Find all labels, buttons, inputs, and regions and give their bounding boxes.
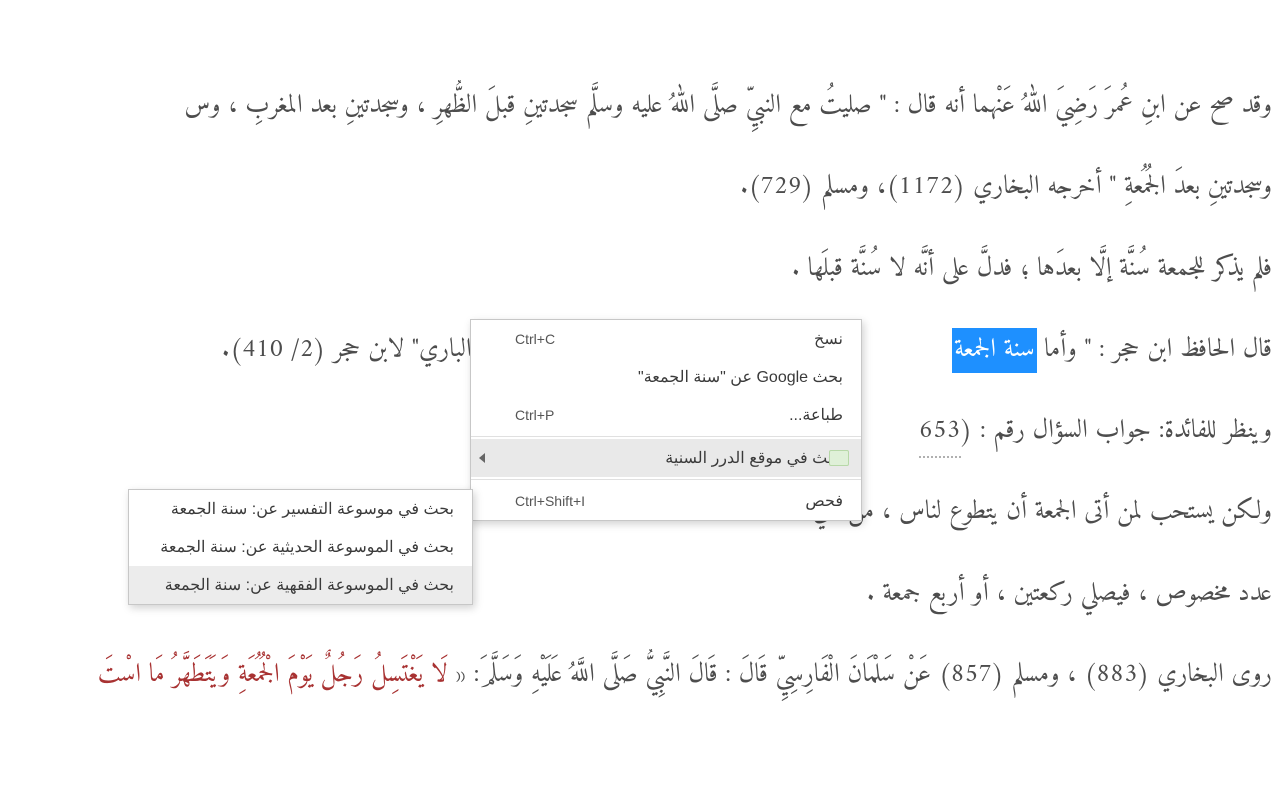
p5-prefix: وينظر للفائدة: جواب السؤال رقم : ( [961, 409, 1272, 454]
submenu-hadith-label: بحث في الموسوعة الحديثية عن: سنة الجمعة [147, 537, 454, 557]
dorar-icon [829, 450, 849, 466]
menu-print[interactable]: طباعة... Ctrl+P [471, 396, 861, 434]
menu-inspect-label: فحص [585, 491, 843, 511]
submenu-tafsir[interactable]: بحث في موسوعة التفسير عن: سنة الجمعة [129, 490, 472, 528]
menu-copy-label: نسخ [555, 329, 843, 349]
submenu-fiqh[interactable]: بحث في الموسوعة الفقهية عن: سنة الجمعة [129, 566, 472, 604]
menu-print-shortcut: Ctrl+P [515, 407, 554, 423]
context-submenu[interactable]: بحث في موسوعة التفسير عن: سنة الجمعة بحث… [128, 489, 473, 605]
submenu-fiqh-label: بحث في الموسوعة الفقهية عن: سنة الجمعة [147, 575, 454, 595]
menu-dorar-search[interactable]: ابحث في موقع الدرر السنية [471, 439, 861, 477]
submenu-hadith[interactable]: بحث في الموسوعة الحديثية عن: سنة الجمعة [129, 528, 472, 566]
paragraph-8: روى البخاري (883) ، ومسلم (857) عَنْ سَل… [0, 649, 1272, 702]
p4-prefix: قال الحافظ ابن حجر : " وأما [1037, 328, 1272, 373]
menu-separator-1 [471, 436, 861, 437]
menu-copy-shortcut: Ctrl+C [515, 331, 555, 347]
submenu-tafsir-label: بحث في موسوعة التفسير عن: سنة الجمعة [147, 499, 454, 519]
context-menu[interactable]: نسخ Ctrl+C بحث Google عن "سنة الجمعة" طب… [470, 319, 862, 521]
menu-copy[interactable]: نسخ Ctrl+C [471, 320, 861, 358]
question-link[interactable]: 653 [919, 409, 961, 458]
menu-dorar-label: ابحث في موقع الدرر السنية [515, 448, 847, 468]
p8-prefix: روى البخاري (883) ، ومسلم (857) عَنْ سَل… [448, 653, 1272, 698]
paragraph-3: فلم يذكر للجمعة سُنَّة إلَّا بعدَها ؛ فد… [0, 243, 1272, 296]
paragraph-1: وقد صح عن ابنِ عُمرَ رَضِيَ اللهُ عَنْهم… [0, 80, 1272, 133]
paragraph-2: وسجدتينِ بعدَ الجُمُعةِ " أخرجه البخاري … [0, 161, 1272, 214]
menu-google-search[interactable]: بحث Google عن "سنة الجمعة" [471, 358, 861, 396]
selected-text[interactable]: سنة الجمعة [952, 328, 1036, 373]
page-root: وقد صح عن ابنِ عُمرَ رَضِيَ اللهُ عَنْهم… [0, 0, 1280, 800]
menu-google-label: بحث Google عن "سنة الجمعة" [515, 367, 843, 387]
menu-inspect-shortcut: Ctrl+Shift+I [515, 493, 585, 509]
submenu-arrow-icon [479, 453, 485, 463]
menu-separator-2 [471, 479, 861, 480]
menu-print-label: طباعة... [554, 405, 843, 425]
hadith-text: لَا يَغْتَسِلُ رَجُلٌ يَوْمَ الْجُمُعَةِ… [98, 653, 448, 698]
menu-inspect[interactable]: فحص Ctrl+Shift+I [471, 482, 861, 520]
